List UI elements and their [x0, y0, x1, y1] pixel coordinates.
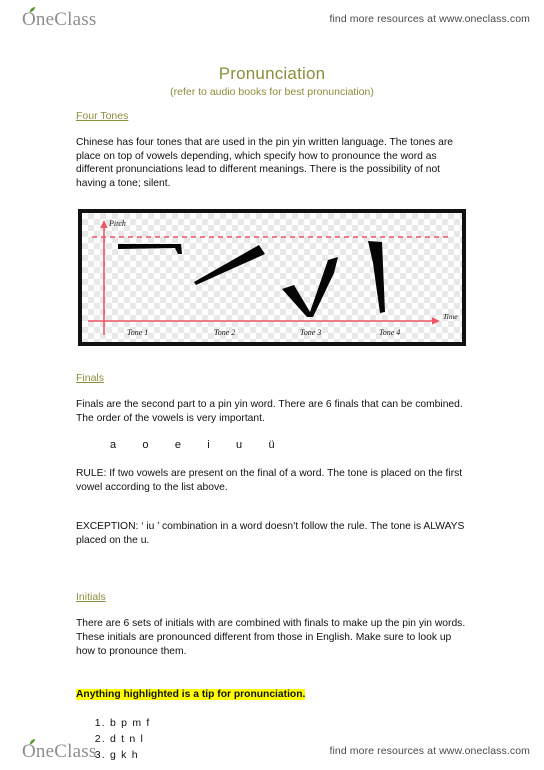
- page-footer: OneClass find more resources at www.onec…: [0, 734, 544, 768]
- tone-chart-svg: Pitch Time Tone 1 Tone 2 Tone 3 Tone 4: [88, 219, 458, 337]
- tone-contour-chart: Pitch Time Tone 1 Tone 2 Tone 3 Tone 4: [78, 209, 466, 346]
- document-body-lower: Finals Finals are the second part to a p…: [76, 372, 468, 763]
- tone-label-3: Tone 3: [300, 328, 321, 337]
- list-item: b p m f: [110, 716, 468, 732]
- vowel-i: i: [207, 439, 211, 452]
- time-axis-arrow: [432, 317, 440, 325]
- tone-1-stroke: [118, 244, 182, 254]
- tone-label-4: Tone 4: [379, 328, 400, 337]
- tone-label-1: Tone 1: [127, 328, 148, 337]
- page-header: OneClass find more resources at www.onec…: [0, 2, 544, 36]
- finals-exception: EXCEPTION: ‘ iu ’ combination in a word …: [76, 521, 465, 546]
- finals-rule: RULE: If two vowels are present on the f…: [76, 468, 463, 493]
- pitch-axis-arrow: [100, 220, 108, 228]
- brand-logo: OneClass: [22, 6, 96, 29]
- vowel-u-umlaut: ü: [268, 439, 275, 452]
- finals-vowel-list: aoeiuü: [110, 439, 468, 451]
- initials-paragraph: There are 6 sets of initials with are co…: [76, 618, 466, 657]
- header-tagline: find more resources at www.oneclass.com: [329, 13, 530, 25]
- four-tones-paragraph: Chinese has four tones that are used in …: [76, 137, 454, 189]
- section-heading-four-tones: Four Tones: [76, 110, 129, 122]
- tone-4-stroke: [368, 241, 385, 313]
- brand-logo-footer: OneClass: [22, 738, 96, 761]
- apple-leaf-icon: [29, 6, 36, 13]
- vowel-e: e: [174, 439, 182, 452]
- vowel-a: a: [110, 439, 117, 452]
- page-subtitle: (refer to audio books for best pronuncia…: [170, 86, 374, 98]
- tone-3-stroke: [282, 257, 338, 317]
- section-heading-initials: Initials: [76, 591, 106, 604]
- tone-label-2: Tone 2: [214, 328, 235, 337]
- tone-2-stroke: [194, 245, 265, 285]
- vowel-o: o: [142, 439, 149, 452]
- footer-tagline: find more resources at www.oneclass.com: [329, 745, 530, 757]
- pronunciation-tip-wrapper: Anything highlighted is a tip for pronun…: [76, 684, 468, 702]
- finals-paragraph: Finals are the second part to a pin yin …: [76, 399, 463, 424]
- section-heading-finals: Finals: [76, 372, 105, 384]
- document-body: Four Tones Chinese has four tones that a…: [76, 110, 468, 204]
- pitch-axis-label: Pitch: [108, 219, 126, 228]
- apple-leaf-icon: [29, 738, 36, 745]
- time-axis-label: Time: [443, 312, 458, 321]
- pronunciation-tip: Anything highlighted is a tip for pronun…: [76, 689, 306, 701]
- vowel-u: u: [236, 439, 243, 452]
- page-title: Pronunciation: [218, 64, 326, 83]
